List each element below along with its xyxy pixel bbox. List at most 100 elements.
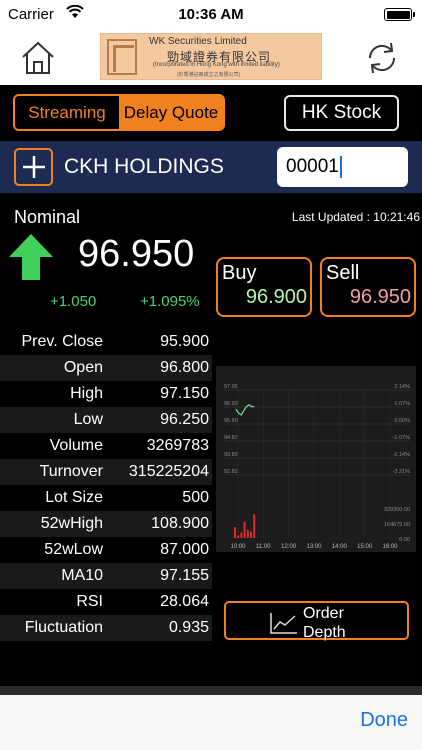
order-depth-line1: Order (303, 605, 344, 622)
stat-row-52w-low: 52wLow 87.000 (0, 537, 212, 563)
chart-volume-tick: 0.00 (399, 537, 410, 543)
stat-label: RSI (76, 593, 103, 610)
nominal-price: 96.950 (78, 233, 195, 275)
chart-volume-bar (237, 535, 240, 538)
wk-securities-logo: WK Securities Limited 勁域證券有限公司 (Incorpor… (100, 33, 322, 80)
last-updated: Last Updated : 10:21:46 (291, 210, 420, 224)
stat-row-lot-size: Lot Size 500 (0, 485, 212, 511)
nominal-label: Nominal (14, 207, 81, 227)
nav-bar: WK Securities Limited 勁域證券有限公司 (Incorpor… (0, 30, 422, 85)
stat-label: 52wHigh (40, 515, 103, 532)
refresh-icon (368, 42, 396, 74)
stat-label: Turnover (39, 463, 103, 480)
chart-x-tick: 16:00 (382, 544, 398, 550)
plus-icon (22, 156, 45, 178)
chart-pct-tick: 1.07% (394, 401, 410, 407)
stat-label: MA10 (61, 567, 103, 584)
toolbar: Streaming Delay Quote HK Stock (0, 85, 422, 140)
stat-label: Prev. Close (21, 333, 103, 350)
stat-value: 108.900 (151, 515, 209, 532)
home-button[interactable] (18, 38, 58, 78)
chart-price-tick: 96.93 (224, 401, 238, 407)
stat-value: 95.900 (160, 333, 209, 350)
chart-volume-tick: 164675.00 (384, 522, 410, 528)
stat-row-open: Open 96.800 (0, 355, 212, 381)
streaming-tab[interactable]: Streaming (15, 96, 119, 129)
logo-tagline: (Incorporated in Hong Kong with limited … (153, 62, 280, 68)
stat-row-turnover: Turnover 315225204 (0, 459, 212, 485)
stat-row-low: Low 96.250 (0, 407, 212, 433)
stat-value: 3269783 (146, 437, 209, 454)
chart-pct-tick: -2.14% (393, 452, 411, 458)
home-icon (22, 41, 54, 74)
chart-x-tick: 11:00 (256, 544, 271, 550)
done-button[interactable]: Done (360, 709, 408, 732)
chart-pct-tick: -3.21% (393, 469, 411, 475)
chart-x-tick: 15:00 (357, 544, 373, 550)
logo-tagline-zh: (於香港註冊成立之有限公司) (177, 72, 241, 78)
delay-quote-tab[interactable]: Delay Quote (119, 96, 223, 129)
stock-code-input[interactable]: 00001 (277, 147, 408, 187)
buy-label: Buy (222, 262, 257, 284)
stat-row-fluctuation: Fluctuation 0.935 (0, 615, 212, 641)
logo-name-en: WK Securities Limited (149, 36, 247, 47)
buy-price: 96.900 (245, 286, 307, 308)
add-to-watchlist-button[interactable] (14, 148, 53, 186)
chart-volume-bar (243, 521, 246, 538)
chart-price-tick: 92.82 (224, 469, 238, 475)
stat-label: Fluctuation (24, 619, 103, 636)
price-change-percent: +1.095% (140, 293, 200, 310)
sell-label: Sell (326, 262, 360, 284)
sell-price: 96.950 (349, 286, 411, 308)
chart-pct-tick: 2.14% (394, 384, 410, 390)
stat-value: 315225204 (128, 463, 209, 480)
chart-x-tick: 14:00 (332, 544, 348, 550)
stat-value: 97.150 (160, 385, 209, 402)
stat-row-prev-close: Prev. Close 95.900 (0, 329, 212, 355)
text-caret (339, 155, 342, 178)
chart-volume-bar (240, 532, 243, 538)
clock: 10:36 AM (178, 6, 244, 23)
battery-icon (384, 8, 415, 21)
chart-price-tick: 97.95 (224, 384, 238, 390)
chart-x-tick: 13:00 (306, 544, 322, 550)
chart-volume-bar (253, 514, 256, 538)
chart-volume-bar (250, 531, 252, 538)
up-arrow-icon (8, 233, 54, 281)
hk-stock-button[interactable]: HK Stock (284, 95, 399, 131)
sell-button[interactable]: Sell 96.950 (320, 257, 416, 317)
chart-pct-tick: 0.00% (394, 418, 410, 424)
stock-code-value: 00001 (286, 156, 339, 177)
chart-price-line (235, 404, 255, 416)
chart-price-tick: 93.85 (224, 452, 238, 458)
buy-button[interactable]: Buy 96.900 (216, 257, 312, 317)
stat-label: 52wLow (44, 541, 103, 558)
refresh-button[interactable] (362, 38, 402, 78)
status-bar: Carrier 10:36 AM (0, 0, 422, 30)
stock-bar: CKH HOLDINGS 00001 (0, 141, 422, 193)
line-chart-icon (270, 613, 297, 634)
chart-pct-tick: -1.07% (393, 435, 411, 441)
chart-volume-bar (234, 527, 236, 538)
price-change: +1.050 (50, 293, 97, 310)
stat-value: 87.000 (160, 541, 209, 558)
order-depth-button[interactable]: Order Depth (224, 601, 409, 642)
stat-label: High (70, 385, 103, 402)
stat-value: 96.250 (160, 411, 209, 428)
stat-value: 96.800 (160, 359, 209, 376)
chart-volume-bar (246, 529, 249, 538)
quote-mode-segmented-control: Streaming Delay Quote (13, 94, 225, 131)
order-depth-label: Order Depth (303, 604, 346, 642)
stat-value: 500 (182, 489, 209, 506)
stat-row-volume: Volume 3269783 (0, 433, 212, 459)
stat-value: 0.935 (168, 619, 209, 636)
chart-price-tick: 94.87 (224, 435, 238, 441)
intraday-chart[interactable]: 97.95 2.14% 96.93 1.07% 95.90 0.00% 94.87 -1.07… (216, 366, 416, 552)
stat-label: Volume (49, 437, 103, 454)
stat-label: Lot Size (45, 489, 103, 506)
order-depth-line2: Depth (303, 624, 346, 641)
intraday-chart-svg: 97.95 2.14% 96.93 1.07% 95.90 0.00% 94.87 -1.07… (224, 384, 411, 550)
stat-row-rsi: RSI 28.064 (0, 589, 212, 615)
chart-price-tick: 95.90 (224, 418, 238, 424)
chart-volume-tick: 329350.00 (384, 507, 410, 513)
